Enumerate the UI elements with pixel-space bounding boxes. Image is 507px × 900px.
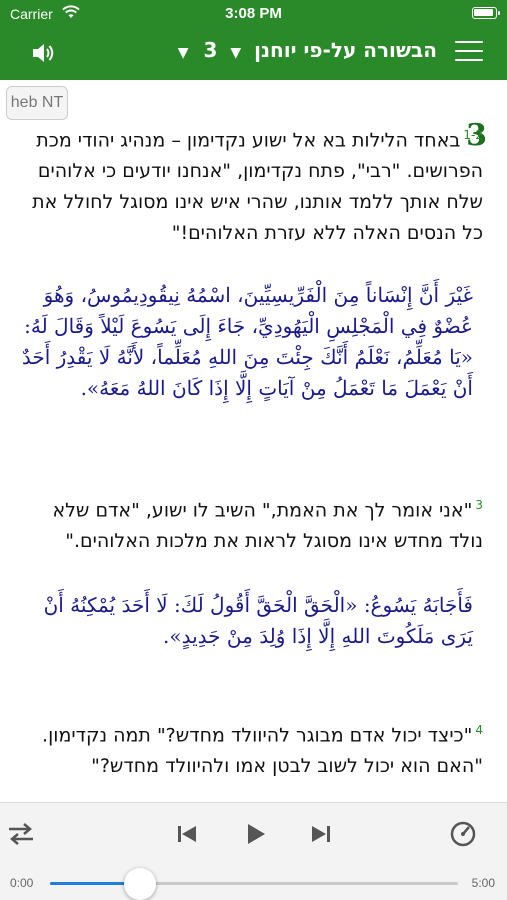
elapsed-time: 0:00	[10, 876, 34, 890]
audio-player: 0:00 5:00	[0, 802, 507, 900]
book-title[interactable]: הבשורה על-פי יוחנן	[254, 38, 437, 62]
battery-icon	[472, 7, 500, 19]
shuffle-icon[interactable]	[6, 819, 36, 849]
book-dropdown-icon[interactable]: ▼	[230, 45, 241, 61]
speaker-icon[interactable]	[30, 40, 56, 66]
play-icon[interactable]	[240, 819, 270, 849]
arabic-verse-1-2: غَيْرَ أَنَّ إِنْسَاناً مِنَ الْفَرِّيسِ…	[21, 283, 473, 400]
verse-label: 3	[475, 498, 483, 512]
total-duration: 5:00	[471, 876, 495, 890]
progress-thumb[interactable]	[123, 868, 156, 900]
verse-text: "אני אומר לך את האמת," השיב לו ישוע, "אד…	[52, 499, 483, 553]
verse-text: "כיצד יכול אדם מבוגר להיוולד מחדש?" תמה …	[42, 724, 483, 778]
arabic-verse-3: فَأَجَابَهُ يَسُوعُ: «الْحَقَّ الْحَقَّ …	[43, 593, 473, 648]
chapter-dropdown-icon[interactable]: ▼	[178, 45, 189, 61]
hebrew-verse-4: 4"כיצד יכול אדם מבוגר להיוולד מחדש?" תמה…	[21, 715, 483, 782]
speed-gauge-icon[interactable]	[448, 819, 478, 849]
hamburger-menu-icon[interactable]	[455, 41, 483, 65]
verse-label: 1-2	[463, 128, 483, 142]
version-toggle-button[interactable]: heb NT	[6, 86, 68, 120]
hebrew-verse-3: 3"אני אומר לך את האמת," השיב לו ישוע, "א…	[21, 490, 483, 557]
clock: 3:08 PM	[225, 5, 282, 22]
progress-track[interactable]	[50, 882, 458, 885]
chapter-selector[interactable]: 3	[203, 38, 217, 62]
next-track-icon[interactable]	[306, 819, 336, 849]
status-bar: Carrier 3:08 PM	[0, 0, 507, 28]
navigation-bar: הבשורה על-פי יוחנן ▼ 3 ▼	[0, 28, 507, 80]
verse-label: 4	[475, 723, 483, 737]
hebrew-verse-1-2: 1-2באחד הלילות בא אל ישוע נקדימון – מנהי…	[21, 120, 483, 249]
reading-pane[interactable]: heb NT 3 1-2באחד הלילות בא אל ישוע נקדימ…	[0, 80, 507, 802]
book-chapter-selector[interactable]: הבשורה על-פי יוחנן ▼ 3 ▼	[178, 38, 437, 62]
previous-track-icon[interactable]	[172, 819, 202, 849]
verse-text: באחד הלילות בא אל ישוע נקדימון – מנהיג י…	[32, 129, 483, 245]
